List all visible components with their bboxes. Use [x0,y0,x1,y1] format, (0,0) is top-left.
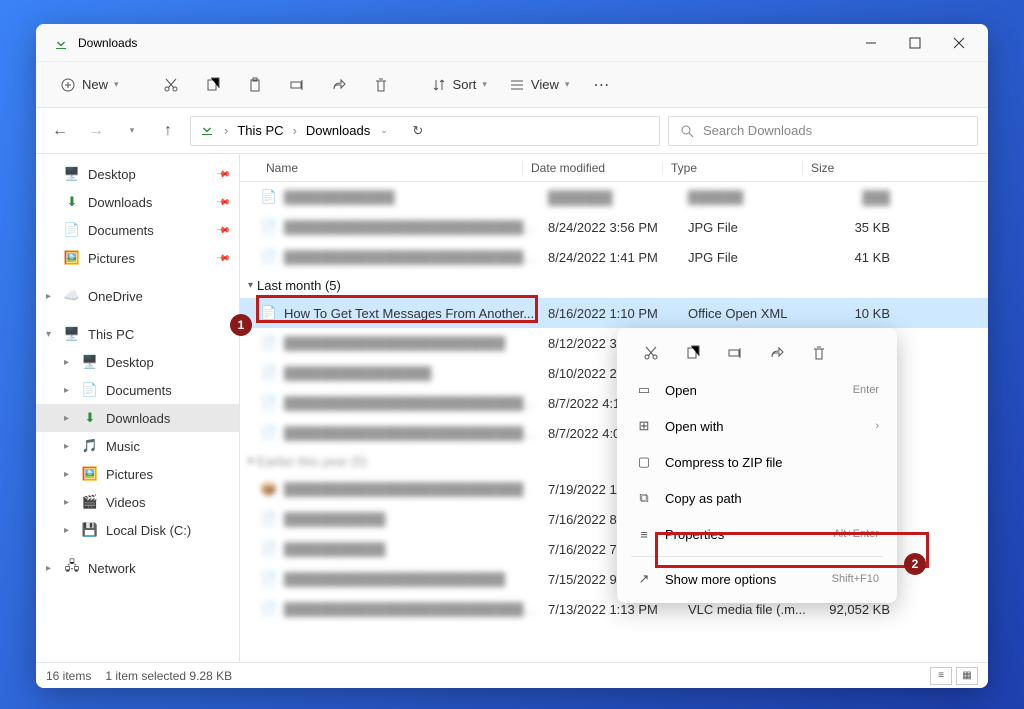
show-more-icon: ↗ [635,571,653,587]
properties-icon: ≡ [635,527,653,542]
copy-icon[interactable] [195,69,231,101]
annotation-badge-2: 2 [904,553,926,575]
open-icon: ▭ [635,382,653,398]
sidebar-sub-music[interactable]: 🎵Music [36,432,239,460]
address-bar[interactable]: › This PC › Downloads ⌄ ↻ [190,116,660,146]
ctx-compress[interactable]: ▢ Compress to ZIP file [623,444,891,480]
paste-icon[interactable] [237,69,273,101]
titlebar: Downloads [36,24,988,62]
refresh-button[interactable]: ↻ [404,117,432,145]
status-selection: 1 item selected 9.28 KB [105,669,232,683]
up-button[interactable]: ↑ [154,117,182,145]
sidebar-sub-localdisk[interactable]: 💾Local Disk (C:) [36,516,239,544]
ctx-properties[interactable]: ≡ Properties Alt+Enter [623,516,891,552]
window-title: Downloads [78,36,858,50]
sidebar-item-network[interactable]: 🖧Network [36,554,239,582]
share-icon[interactable] [321,69,357,101]
table-row[interactable]: 📄██████████████████████████████8/24/2022… [240,242,988,272]
column-date[interactable]: Date modified [522,161,662,175]
ctx-rename-icon[interactable] [717,338,753,368]
back-button[interactable]: ← [46,117,74,145]
column-size[interactable]: Size [802,161,892,175]
ctx-share-icon[interactable] [759,338,795,368]
column-type[interactable]: Type [662,161,802,175]
cut-icon[interactable] [153,69,189,101]
sidebar-item-documents[interactable]: 📄Documents [36,216,239,244]
sidebar-sub-pictures[interactable]: 🖼️Pictures [36,460,239,488]
navigation-bar: ← → ▾ ↑ › This PC › Downloads ⌄ ↻ Search… [36,108,988,154]
delete-icon[interactable] [363,69,399,101]
sidebar-sub-documents[interactable]: 📄Documents [36,376,239,404]
sidebar-sub-desktop[interactable]: 🖥️Desktop [36,348,239,376]
ctx-open[interactable]: ▭ Open Enter [623,372,891,408]
command-bar: New ▾ Sort ▾ View ▾ ⋯ [36,62,988,108]
new-button[interactable]: New ▾ [50,73,129,97]
forward-button[interactable]: → [82,117,110,145]
details-view-button[interactable]: ≡ [930,667,952,685]
minimize-button[interactable] [858,30,884,56]
group-last-month[interactable]: ▾Last month (5) [240,272,988,298]
column-headers[interactable]: Name Date modified Type Size [240,154,988,182]
sidebar-item-desktop[interactable]: 🖥️Desktop [36,160,239,188]
context-menu: ▭ Open Enter ⊞ Open with › ▢ Compress to… [617,328,897,603]
status-bar: 16 items 1 item selected 9.28 KB ≡ ▦ [36,662,988,688]
ctx-copy-icon[interactable] [675,338,711,368]
table-row[interactable]: 📄████████████████████████████ [240,182,988,212]
ctx-open-with[interactable]: ⊞ Open with › [623,408,891,444]
status-item-count: 16 items [46,669,91,683]
ctx-copy-path[interactable]: ⧉ Copy as path [623,480,891,516]
ctx-delete-icon[interactable] [801,338,837,368]
more-icon[interactable]: ⋯ [583,69,619,101]
downloads-icon [52,34,70,52]
table-row[interactable]: 📄██████████████████████████████8/24/2022… [240,212,988,242]
navigation-pane: 🖥️Desktop ⬇Downloads 📄Documents 🖼️Pictur… [36,154,240,662]
downloads-icon [199,121,215,140]
view-button[interactable]: View ▾ [501,73,577,97]
search-box[interactable]: Search Downloads [668,116,978,146]
sidebar-item-downloads[interactable]: ⬇Downloads [36,188,239,216]
ctx-cut-icon[interactable] [633,338,669,368]
breadcrumb-root[interactable]: This PC [237,123,283,138]
copy-path-icon: ⧉ [635,490,653,506]
table-row-selected[interactable]: 📄How To Get Text Messages From Another..… [240,298,988,328]
open-with-icon: ⊞ [635,418,653,434]
close-button[interactable] [946,30,972,56]
chevron-down-icon[interactable]: ⌄ [380,125,388,136]
recent-button[interactable]: ▾ [118,117,146,145]
breadcrumb-current[interactable]: Downloads [306,123,370,138]
sidebar-item-thispc[interactable]: 🖥️This PC [36,320,239,348]
sidebar-item-pictures[interactable]: 🖼️Pictures [36,244,239,272]
column-name[interactable]: Name [260,161,522,175]
tiles-view-button[interactable]: ▦ [956,667,978,685]
annotation-badge-1: 1 [230,314,252,336]
rename-icon[interactable] [279,69,315,101]
zip-icon: ▢ [635,454,653,470]
ctx-show-more[interactable]: ↗ Show more options Shift+F10 [623,561,891,597]
sidebar-item-onedrive[interactable]: ☁️OneDrive [36,282,239,310]
sidebar-sub-downloads[interactable]: ⬇Downloads [36,404,239,432]
sidebar-sub-videos[interactable]: 🎬Videos [36,488,239,516]
maximize-button[interactable] [902,30,928,56]
sort-button[interactable]: Sort ▾ [423,73,495,97]
